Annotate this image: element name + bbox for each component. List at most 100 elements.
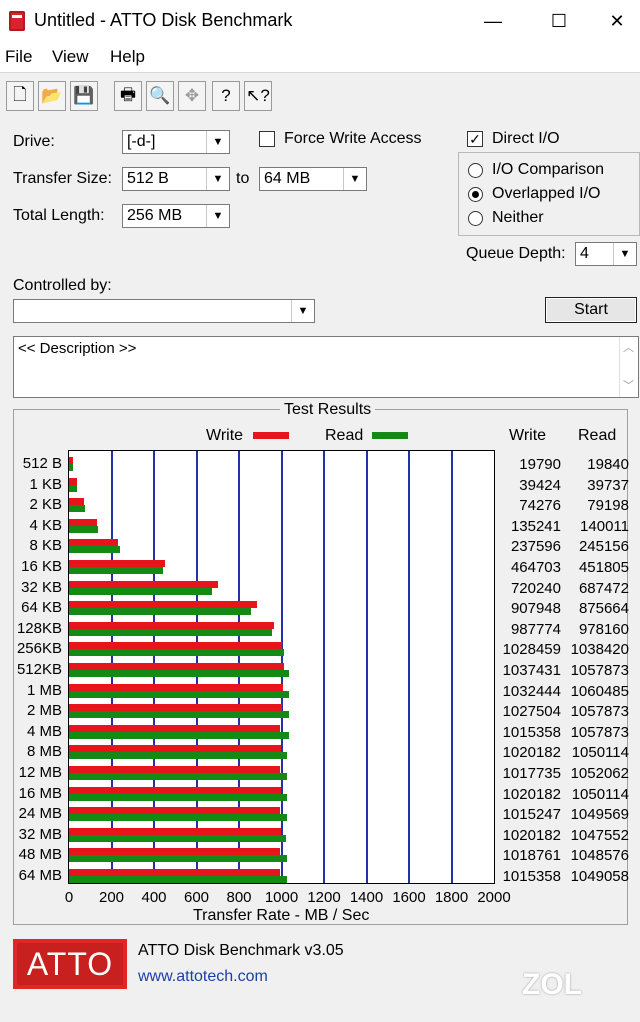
force-write-checkbox[interactable] (259, 131, 275, 147)
write-bar (69, 518, 98, 526)
direct-io-checkbox[interactable]: ✓ (467, 131, 483, 147)
chevron-down-icon: ▼ (291, 300, 314, 322)
read-value: 1049569 (570, 806, 629, 824)
write-bar (69, 539, 119, 547)
write-bar (69, 601, 258, 609)
read-bar (69, 834, 287, 842)
open-button[interactable]: 📂 (38, 81, 66, 111)
direct-io-label: Direct I/O (492, 130, 560, 147)
new-button[interactable]: 🗋 (6, 81, 34, 111)
read-value: 19840 (587, 456, 629, 473)
y-category-label: 64 KB (21, 599, 62, 617)
menu-help[interactable]: Help (110, 47, 145, 67)
read-bar (69, 814, 287, 822)
total-length-select[interactable]: 256 MB ▼ (122, 204, 230, 228)
website-link[interactable]: www.attotech.com (138, 968, 268, 986)
y-category-label: 2 KB (29, 496, 62, 514)
help-button[interactable]: ? (212, 81, 240, 111)
context-help-button[interactable]: ↖? (244, 81, 272, 111)
save-button[interactable]: 💾 (70, 81, 98, 111)
print-preview-button[interactable]: 🔍 (146, 81, 174, 111)
y-category-label: 128KB (16, 619, 62, 637)
write-value: 1015247 (502, 806, 561, 824)
queue-depth-select[interactable]: 4 ▼ (575, 242, 637, 266)
queue-depth-label: Queue Depth: (466, 245, 566, 262)
write-value: 39424 (519, 476, 561, 494)
write-bar (69, 457, 74, 464)
overlapped-io-radio[interactable] (468, 187, 483, 202)
write-value: 19790 (519, 456, 561, 473)
chevron-down-icon: ▼ (613, 243, 636, 265)
x-tick-label: 1800 (434, 889, 469, 906)
io-comparison-radio[interactable] (468, 163, 483, 178)
write-value: 1020182 (502, 826, 561, 844)
write-value: 1018761 (502, 847, 561, 865)
write-value: 464703 (510, 559, 561, 576)
test-results-title: Test Results (280, 401, 376, 419)
write-value: 1028459 (502, 641, 561, 659)
write-bar (69, 766, 281, 773)
menu-view[interactable]: View (52, 47, 89, 67)
chevron-down-icon: ▼ (206, 168, 229, 190)
menu-bar: File View Help (0, 44, 640, 72)
y-category-label: 4 MB (26, 722, 62, 740)
start-button[interactable]: Start (545, 297, 637, 323)
legend-read-label: Read (325, 427, 364, 444)
menu-file[interactable]: File (5, 47, 32, 67)
description-text: << Description >> (18, 340, 137, 357)
transfer-size-to-value: 64 MB (264, 170, 311, 187)
move-button[interactable]: ✥ (178, 81, 206, 111)
x-tick-label: 1000 (264, 889, 299, 906)
y-category-label: 512 B (22, 455, 62, 472)
read-bar (69, 752, 287, 760)
read-bar (69, 608, 251, 616)
y-category-label: 512KB (16, 661, 62, 678)
description-scrollbar[interactable]: ︿ ﹀ (619, 337, 638, 397)
maximize-button[interactable]: ☐ (536, 0, 582, 42)
read-value: 1057873 (570, 703, 629, 721)
print-button[interactable]: 🖶 (114, 81, 142, 111)
read-value: 451805 (578, 559, 629, 576)
transfer-size-from-select[interactable]: 512 B ▼ (122, 167, 230, 191)
x-gridline (323, 451, 325, 883)
scroll-down-icon: ﹀ (623, 380, 634, 392)
x-gridline (365, 451, 368, 883)
y-category-label: 24 MB (18, 805, 62, 823)
x-tick-label: 400 (141, 889, 167, 906)
y-category-label: 2 MB (26, 702, 62, 720)
y-category-label: 8 MB (26, 743, 62, 761)
read-bar (69, 649, 285, 657)
write-value: 1032444 (502, 682, 561, 700)
drive-select[interactable]: [-d-] ▼ (122, 130, 230, 154)
help-icon: ? (221, 86, 231, 105)
read-value: 39737 (587, 476, 629, 494)
read-bar (69, 628, 272, 636)
write-column-header: Write (509, 427, 547, 444)
y-category-label: 1 KB (29, 475, 62, 493)
read-value: 978160 (578, 620, 629, 638)
read-bar (69, 855, 287, 863)
write-value: 1020182 (502, 785, 561, 803)
toolbar: 🗋 📂 💾 🖶 🔍 ✥ ? ↖? (0, 72, 640, 118)
neither-radio[interactable] (468, 211, 483, 226)
write-bar (69, 786, 281, 794)
chart-plot-area (68, 450, 495, 884)
x-axis-label: Transfer Rate - MB / Sec (193, 907, 370, 924)
legend-read-swatch (372, 432, 408, 439)
write-value: 237596 (510, 538, 561, 556)
app-icon (9, 11, 25, 31)
close-button[interactable]: ✕ (594, 0, 640, 42)
controlled-by-select[interactable]: ▼ (13, 299, 315, 323)
description-box[interactable]: << Description >> ︿ ﹀ (13, 336, 639, 398)
minimize-button[interactable]: — (470, 0, 516, 42)
write-bar (69, 621, 274, 629)
read-bar (69, 731, 289, 739)
total-length-label: Total Length: (13, 207, 105, 224)
transfer-size-to-select[interactable]: 64 MB ▼ (259, 167, 367, 191)
x-tick-label: 1600 (392, 889, 426, 906)
read-bar (69, 690, 290, 698)
y-category-label: 64 MB (18, 867, 62, 884)
read-bar (69, 587, 212, 595)
read-bar (69, 525, 99, 533)
context-help-icon: ↖? (246, 86, 270, 105)
